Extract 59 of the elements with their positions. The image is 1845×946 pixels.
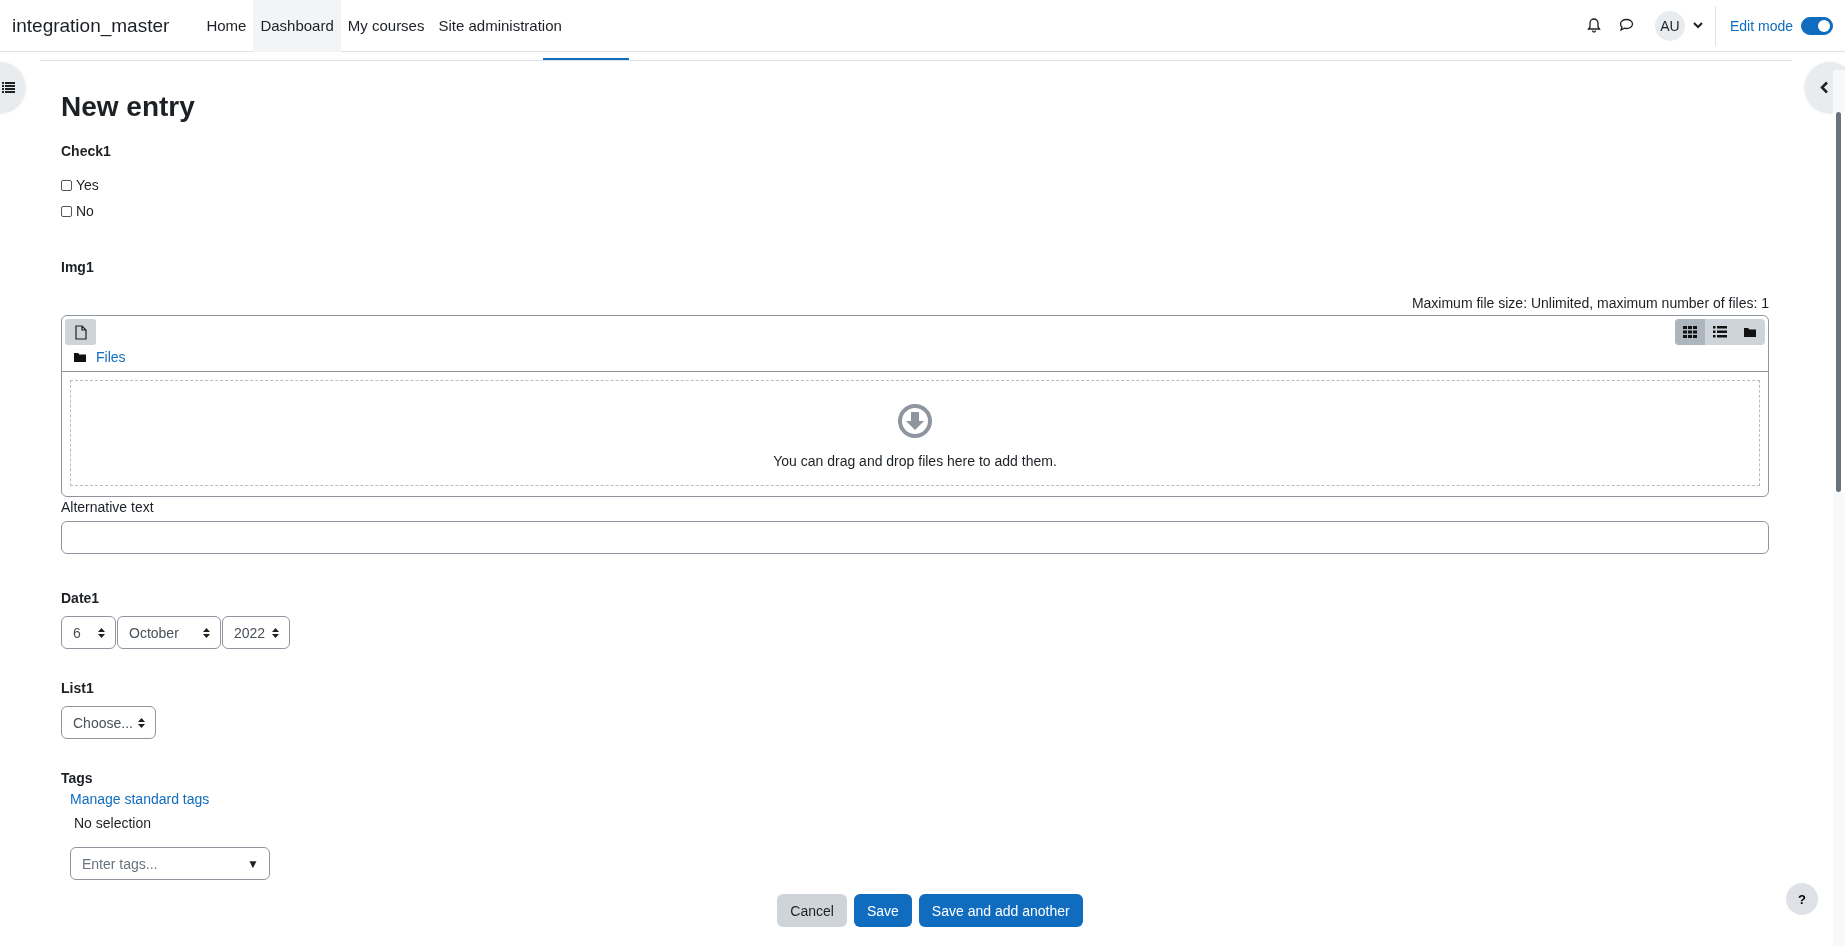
drop-zone[interactable]: You can drag and drop files here to add them. <box>70 380 1760 486</box>
user-avatar[interactable]: AU <box>1654 10 1685 41</box>
folder-icon <box>74 352 86 362</box>
grid-icon <box>1683 326 1697 338</box>
list-icon <box>1713 326 1727 338</box>
nav-link[interactable]: My courses <box>340 0 432 52</box>
chevron-down-icon[interactable] <box>1692 22 1703 29</box>
checkbox[interactable] <box>61 179 72 191</box>
file-icon <box>74 324 87 340</box>
checkbox[interactable] <box>61 205 72 217</box>
nav-link[interactable]: Dashboard <box>253 0 341 52</box>
nav-link[interactable]: Site administration <box>431 0 569 52</box>
nav-link[interactable]: Home <box>199 0 254 52</box>
bell-icon[interactable] <box>1586 17 1601 33</box>
select-value: 6 <box>73 624 81 641</box>
dropdown-arrow-icon: ▼ <box>247 856 259 871</box>
folder-icon <box>1744 327 1756 337</box>
chevron-left-icon <box>1820 80 1829 94</box>
select-field[interactable]: October <box>117 616 221 649</box>
field-label: Alternative text <box>61 499 154 515</box>
input-field[interactable] <box>61 521 1769 554</box>
placeholder-text: Enter tags... <box>82 855 158 872</box>
sort-arrows-icon <box>272 627 279 638</box>
list-icon <box>2 81 15 93</box>
sort-arrows-icon <box>98 627 105 638</box>
select-value: 2022 <box>234 624 266 641</box>
folder-link[interactable]: Files <box>96 349 126 365</box>
field-label: Img1 <box>61 259 94 275</box>
select-value: Choose... <box>73 714 133 731</box>
sort-arrows-icon <box>203 627 210 638</box>
select-value: October <box>129 624 179 641</box>
chat-bubble-icon[interactable] <box>1618 17 1634 32</box>
manage-tags-link[interactable]: Manage standard tags <box>70 791 210 807</box>
edit-mode-label: Edit mode <box>1729 17 1793 34</box>
tags-input-field[interactable]: Enter tags... ▼ <box>70 847 270 880</box>
select-field[interactable]: 2022 <box>222 616 290 649</box>
form-button[interactable]: Save <box>853 894 912 927</box>
drop-hint-text: You can drag and drop files here to add them. <box>773 453 1057 469</box>
download-circle-icon <box>897 403 933 439</box>
field-label: Tags <box>61 770 93 786</box>
checkbox-option[interactable]: No <box>61 203 94 219</box>
form-button[interactable]: Save and add another <box>918 894 1083 927</box>
field-label: List1 <box>61 680 94 696</box>
file-limits-text: Maximum file size: Unlimited, maximum number of files: 1 <box>1411 295 1769 311</box>
edit-mode-toggle[interactable] <box>1801 16 1833 35</box>
select-field[interactable]: 6 <box>61 616 116 649</box>
scrollbar-thumb[interactable] <box>1836 112 1841 492</box>
field-label: Date1 <box>61 590 100 606</box>
site-name[interactable]: integration_master <box>12 14 170 37</box>
help-button[interactable]: ? <box>1786 883 1818 915</box>
select-field[interactable]: Choose... <box>61 706 156 739</box>
checkbox-option[interactable]: Yes <box>61 177 99 193</box>
field-label: Check1 <box>61 143 111 159</box>
selection-status: No selection <box>74 815 152 831</box>
form-button[interactable]: Cancel <box>777 894 847 927</box>
view-button[interactable] <box>1675 319 1705 345</box>
sort-arrows-icon <box>138 717 145 728</box>
add-file-button[interactable] <box>65 319 96 345</box>
page-title: New entry <box>61 91 196 123</box>
